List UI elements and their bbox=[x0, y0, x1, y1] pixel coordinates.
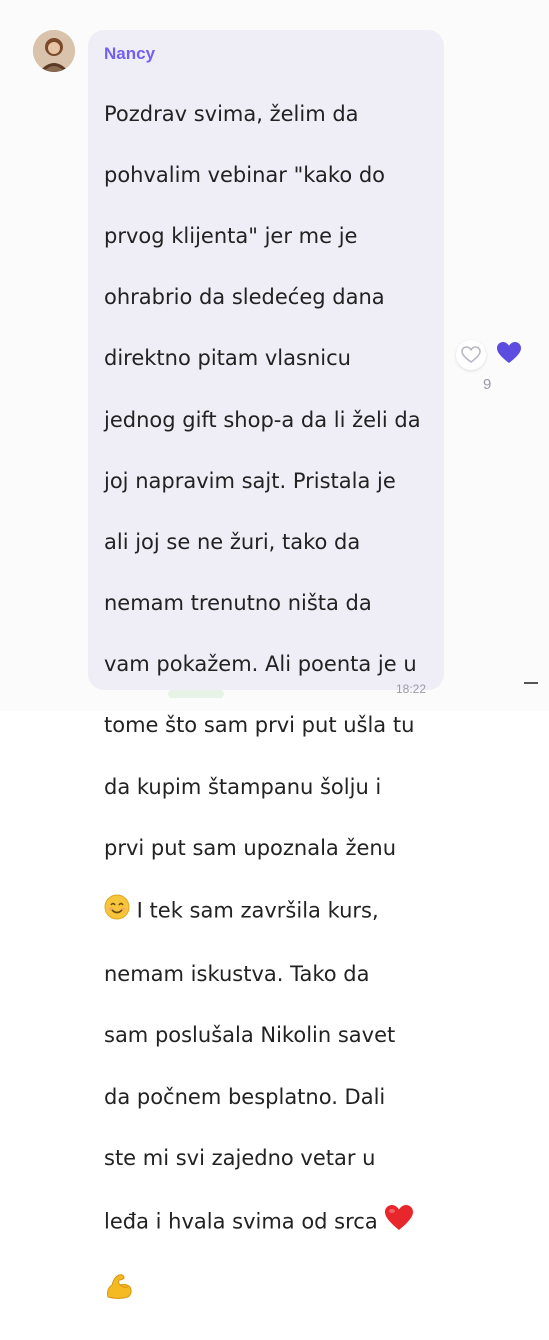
message-line: vam pokažem. Ali poenta je u bbox=[104, 652, 417, 677]
reactions: 9 bbox=[456, 340, 526, 400]
heart-outline-icon bbox=[461, 346, 481, 363]
liked-heart-icon[interactable] bbox=[496, 341, 522, 370]
message-line: nemam trenutno ništa da bbox=[104, 591, 372, 616]
chat-area: Nancy Pozdrav svima, želim da pohvalim v… bbox=[0, 0, 549, 1300]
sender-name[interactable]: Nancy bbox=[104, 42, 430, 66]
message-text: Pozdrav svima, želim da pohvalim vebinar… bbox=[104, 68, 430, 1340]
message-line bbox=[104, 1271, 430, 1310]
message-line: I tek sam završila kurs, bbox=[104, 894, 430, 929]
message-line: tome što sam prvi put ušla tu bbox=[104, 713, 415, 738]
message-line: leđa i hvala svima od srca bbox=[104, 1204, 430, 1241]
message-line: ali joj se ne žuri, tako da bbox=[104, 529, 361, 554]
message-line: jednog gift shop-a da li želi da bbox=[104, 407, 421, 432]
flexed-biceps-icon bbox=[104, 1271, 134, 1310]
message-line: ohrabrio da sledećeg dana bbox=[104, 285, 385, 310]
message-line: da kupim štampanu šolju i bbox=[104, 774, 382, 799]
message-line-text: leđa i hvala svima od srca bbox=[104, 1209, 385, 1234]
avatar-photo bbox=[33, 30, 75, 72]
message-line: ste mi svi zajedno vetar u bbox=[104, 1145, 376, 1170]
red-heart-icon bbox=[384, 1204, 414, 1241]
smiling-face-icon bbox=[104, 894, 130, 929]
message-line: sam poslušala Nikolin savet bbox=[104, 1023, 396, 1048]
sender-avatar[interactable] bbox=[33, 30, 75, 72]
like-count: 9 bbox=[483, 376, 492, 393]
message-line-text: I tek sam završila kurs, bbox=[130, 898, 379, 923]
message-line: nemam iskustva. Tako da bbox=[104, 962, 370, 987]
message-line: da počnem besplatno. Dali bbox=[104, 1084, 386, 1109]
message-timestamp: 18:22 bbox=[395, 682, 426, 696]
message-line: joj napravim sajt. Pristala je bbox=[104, 468, 396, 493]
divider bbox=[524, 682, 538, 684]
message-line: prvi put sam upoznala ženu bbox=[104, 835, 397, 860]
message-line: direktno pitam vlasnicu bbox=[104, 346, 351, 371]
message-line: pohvalim vebinar "kako do bbox=[104, 162, 386, 187]
background-decoration bbox=[168, 690, 224, 698]
like-button[interactable] bbox=[456, 340, 486, 370]
message-bubble[interactable]: Nancy Pozdrav svima, želim da pohvalim v… bbox=[88, 30, 444, 1300]
message-line: Pozdrav svima, želim da bbox=[104, 101, 359, 126]
message-line: prvog klijenta" jer me je bbox=[104, 223, 358, 248]
